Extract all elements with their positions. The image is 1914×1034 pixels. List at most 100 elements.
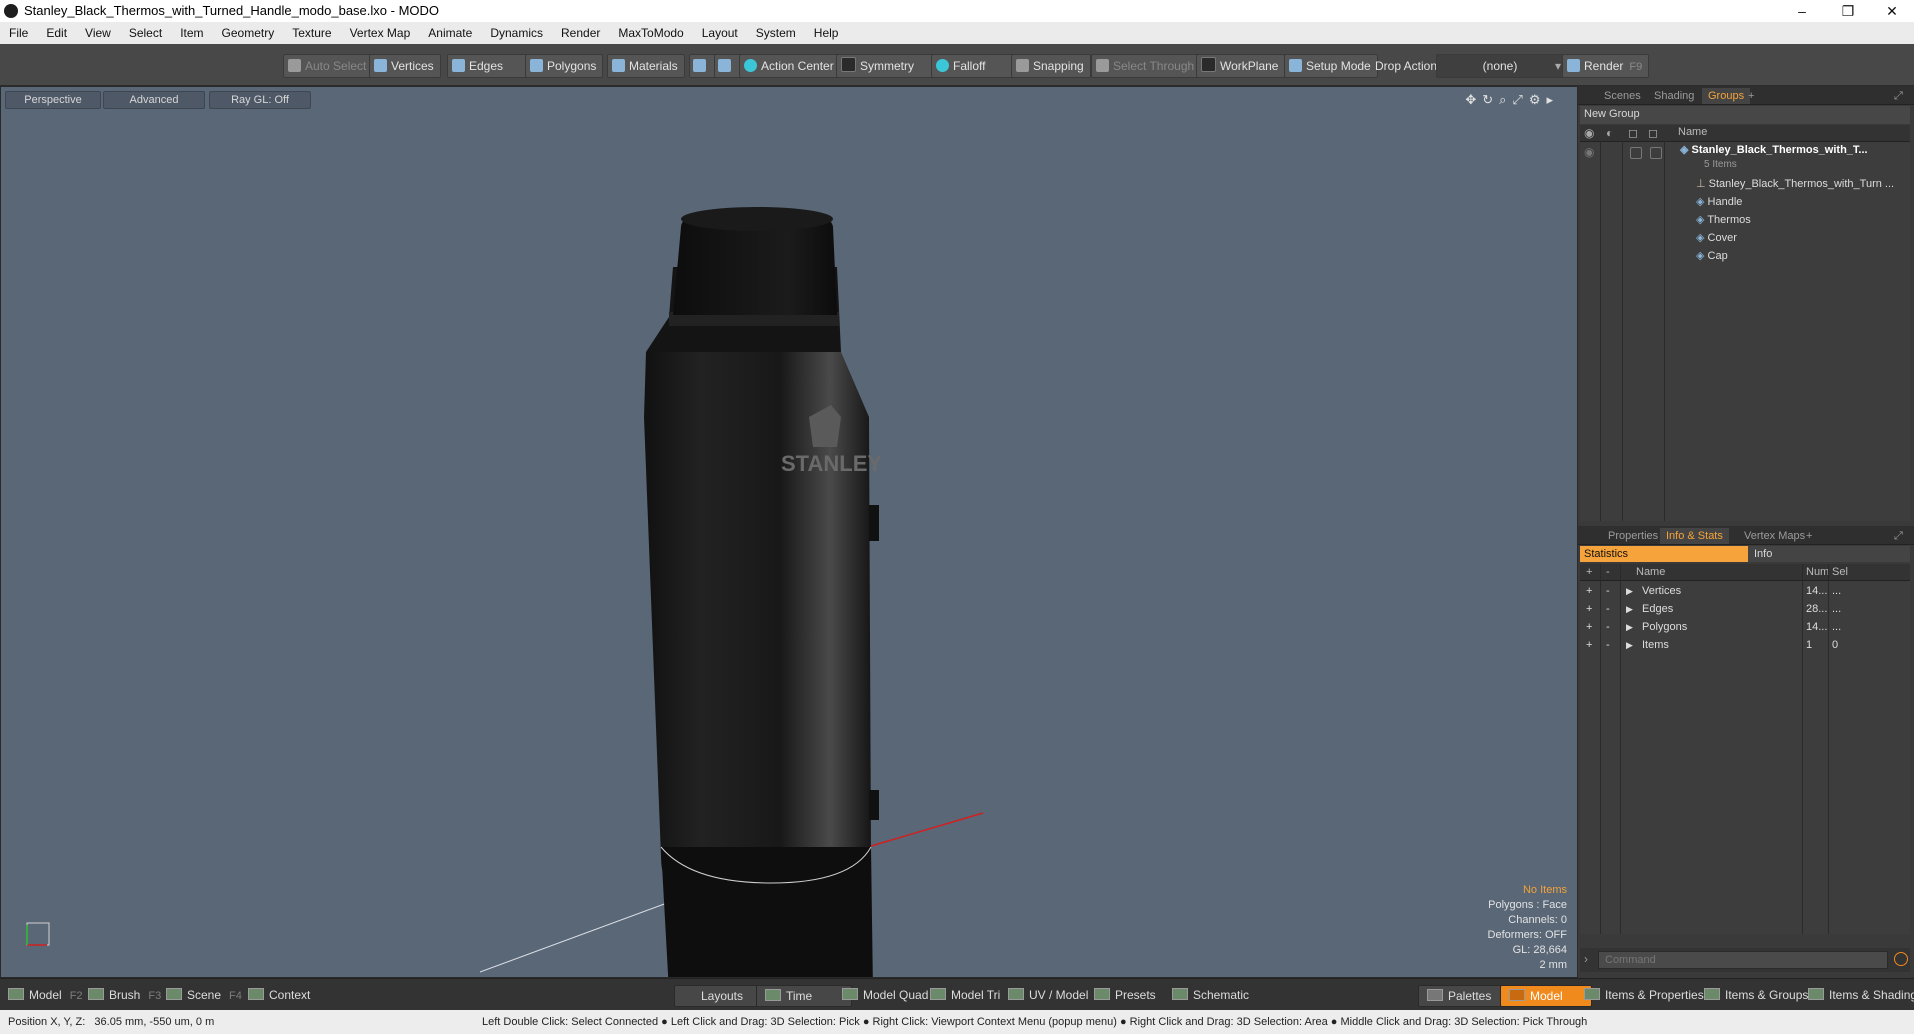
action-center-button[interactable]: Action Center [739,54,841,78]
no-items-text: No Items [1522,884,1567,896]
stats-table: + - Name Num Sel + - ▶ Vertices 14... ...… [1580,564,1910,934]
materials-button[interactable]: Materials [607,54,685,78]
visibility-eye-icon[interactable]: ◉ [1584,145,1594,159]
menu-select[interactable]: Select [120,22,171,44]
uv-model-button[interactable]: UV / Model [1008,985,1088,1005]
model-tab-active[interactable]: Model [1500,985,1592,1007]
plus-icon[interactable]: + [1586,636,1592,654]
items-properties-button[interactable]: Items & Properties [1584,985,1704,1005]
menu-view[interactable]: View [76,22,120,44]
falloff-icon [936,59,949,72]
model-layout-button[interactable]: Model F2 [8,985,83,1005]
snapping-button[interactable]: Snapping [1011,54,1091,78]
tab-scenes[interactable]: Scenes [1598,88,1647,104]
menu-geometry[interactable]: Geometry [213,22,284,44]
minimize-button[interactable]: – [1780,0,1824,22]
expand-all-icon[interactable]: + [1586,564,1592,580]
stat-row-edges[interactable]: + - ▶ Edges 28... ... [1580,600,1900,618]
tab-info-stats[interactable]: Info & Stats [1660,528,1729,544]
menu-item[interactable]: Item [171,22,212,44]
edges-icon [452,59,465,72]
workplane-button[interactable]: WorkPlane [1196,54,1286,78]
model-quad-button[interactable]: Model Quad [842,985,928,1005]
select-through-button[interactable]: Select Through [1091,54,1202,78]
maximize-button[interactable]: ❐ [1826,0,1870,22]
drop-action-select[interactable]: (none) ▾ [1436,54,1566,78]
menu-animate[interactable]: Animate [419,22,481,44]
polygons-button[interactable]: Polygons [525,54,604,78]
context-button[interactable]: Context [248,985,310,1005]
minus-icon[interactable]: - [1606,582,1610,600]
snapping-icon [1016,59,1029,72]
collapse-all-icon[interactable]: - [1606,564,1610,580]
tab-properties[interactable]: Properties [1602,528,1664,544]
schematic-button[interactable]: Schematic [1172,985,1249,1005]
plus-icon[interactable]: + [1586,618,1592,636]
symmetry-button[interactable]: Symmetry [836,54,936,78]
menu-vertex-map[interactable]: Vertex Map [341,22,420,44]
select-through-icon [1096,59,1109,72]
stat-row-polygons[interactable]: + - ▶ Polygons 14... ... [1580,618,1900,636]
falloff-button[interactable]: Falloff [931,54,1021,78]
expand-arrow-icon[interactable]: ▶ [1626,582,1633,600]
scene-tabs: Scenes Shading Groups + ⤢ [1578,86,1914,105]
tab-shading[interactable]: Shading [1648,88,1700,104]
vertices-button[interactable]: Vertices [369,54,441,78]
record-icon[interactable] [1894,952,1908,966]
handle-top [869,505,879,541]
statistics-subtab[interactable]: Statistics [1580,546,1748,562]
minus-icon[interactable]: - [1606,600,1610,618]
minus-icon[interactable]: - [1606,618,1610,636]
layout-icon [8,988,24,1000]
menu-edit[interactable]: Edit [37,22,76,44]
auto-select-button[interactable]: Auto Select [283,54,374,78]
tree-item-mesh[interactable]: ⊥ Stanley_Black_Thermos_with_Turn ... [1696,175,1894,193]
minus-icon[interactable]: - [1606,636,1610,654]
tree-item-cap[interactable]: ◈ Cap [1696,247,1728,265]
3d-viewport[interactable]: Perspective Advanced Ray GL: Off ✥↻⌕⤢⚙▸ [0,86,1578,978]
brush-layout-button[interactable]: Brush F3 [88,985,161,1005]
menu-file[interactable]: File [0,22,37,44]
render-button[interactable]: Render F9 [1562,54,1650,78]
expand-arrow-icon[interactable]: ▶ [1626,600,1633,618]
menu-texture[interactable]: Texture [283,22,340,44]
menu-maxtomodo[interactable]: MaxToModo [609,22,692,44]
expand-panel-icon[interactable]: ⤢ [1888,528,1909,544]
menu-help[interactable]: Help [805,22,848,44]
model-tri-button[interactable]: Model Tri [930,985,1000,1005]
expand-panel-icon[interactable]: ⤢ [1888,88,1909,104]
setup-mode-button[interactable]: Setup Mode [1284,54,1378,78]
presets-button[interactable]: Presets [1094,985,1156,1005]
command-input[interactable] [1598,951,1888,969]
add-tab-icon[interactable]: + [1742,88,1760,104]
group-checkbox[interactable] [1650,147,1662,159]
info-subtab[interactable]: Info [1748,546,1910,562]
expand-arrow-icon[interactable]: ▶ [1626,636,1633,654]
menu-layout[interactable]: Layout [693,22,747,44]
scale-text: 2 mm [1539,959,1568,971]
vertices-icon [374,59,387,72]
menu-render[interactable]: Render [552,22,609,44]
group-checkbox[interactable] [1630,147,1642,159]
mesh-icon: ◈ [1696,232,1708,244]
eye-icon: ◉ [1584,126,1595,140]
tree-item-handle[interactable]: ◈ Handle [1696,193,1742,211]
scene-layout-button[interactable]: Scene F4 [166,985,242,1005]
plus-icon[interactable]: + [1586,582,1592,600]
add-tab-icon[interactable]: + [1800,528,1818,544]
stat-row-items[interactable]: + - ▶ Items 1 0 [1580,636,1900,654]
layout-icon [1008,988,1024,1000]
tree-item-thermos[interactable]: ◈ Thermos [1696,211,1751,229]
items-shading-button[interactable]: Items & Shading [1808,985,1914,1005]
menu-dynamics[interactable]: Dynamics [481,22,552,44]
plus-icon[interactable]: + [1586,600,1592,618]
tree-item-cover[interactable]: ◈ Cover [1696,229,1737,247]
expand-arrow-icon[interactable]: ▶ [1626,618,1633,636]
close-button[interactable]: ✕ [1870,0,1914,22]
edges-button[interactable]: Edges [447,54,531,78]
time-button[interactable]: Time [756,985,852,1007]
new-group-button[interactable]: New Group [1580,106,1910,124]
menu-system[interactable]: System [747,22,805,44]
items-groups-button[interactable]: Items & Groups [1704,985,1808,1005]
stat-row-vertices[interactable]: + - ▶ Vertices 14... ... [1580,582,1900,600]
